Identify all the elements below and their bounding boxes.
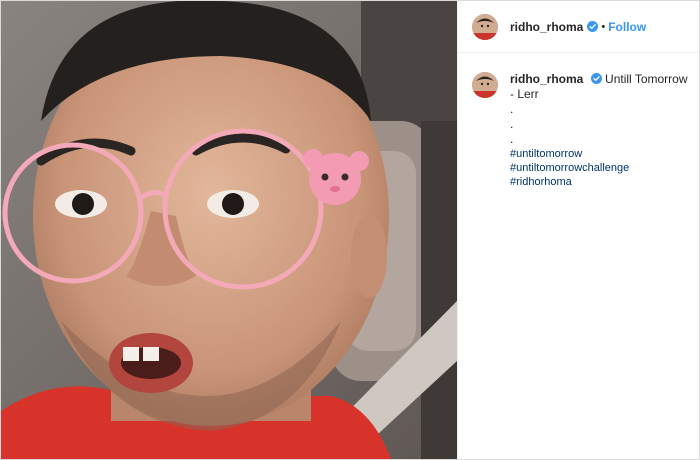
caption-avatar[interactable] bbox=[472, 72, 498, 98]
post-video[interactable] bbox=[1, 1, 457, 459]
caption-dot: . bbox=[510, 102, 514, 116]
hashtag-link[interactable]: #ridhorhoma bbox=[510, 175, 692, 189]
post-sidebar: ridho_rhoma • Follow ridho_rhoma Untill … bbox=[457, 1, 699, 459]
verified-badge-icon bbox=[590, 73, 602, 84]
hashtag-link[interactable]: #untiltomorrow bbox=[510, 147, 692, 161]
avatar-image bbox=[472, 13, 498, 40]
follow-button[interactable]: Follow bbox=[608, 20, 646, 34]
post-header: ridho_rhoma • Follow bbox=[458, 1, 699, 53]
caption-username[interactable]: ridho_rhoma bbox=[510, 72, 583, 86]
avatar-image bbox=[472, 72, 498, 98]
video-frame-illustration bbox=[1, 1, 457, 459]
caption-dot: . bbox=[510, 132, 514, 146]
caption-first-line: ridho_rhoma Untill Tomorrow - Lerr bbox=[510, 72, 692, 102]
caption-body: ridho_rhoma Untill Tomorrow - Lerr . . .… bbox=[510, 72, 692, 189]
hashtag-link[interactable]: #untiltomorrowchallenge bbox=[510, 161, 692, 175]
header-separator: • bbox=[601, 20, 606, 33]
avatar[interactable] bbox=[472, 13, 498, 40]
caption-dot: . bbox=[510, 117, 514, 131]
verified-badge-icon bbox=[587, 21, 599, 32]
header-username[interactable]: ridho_rhoma bbox=[510, 20, 583, 34]
post-caption: ridho_rhoma Untill Tomorrow - Lerr . . .… bbox=[472, 72, 692, 189]
